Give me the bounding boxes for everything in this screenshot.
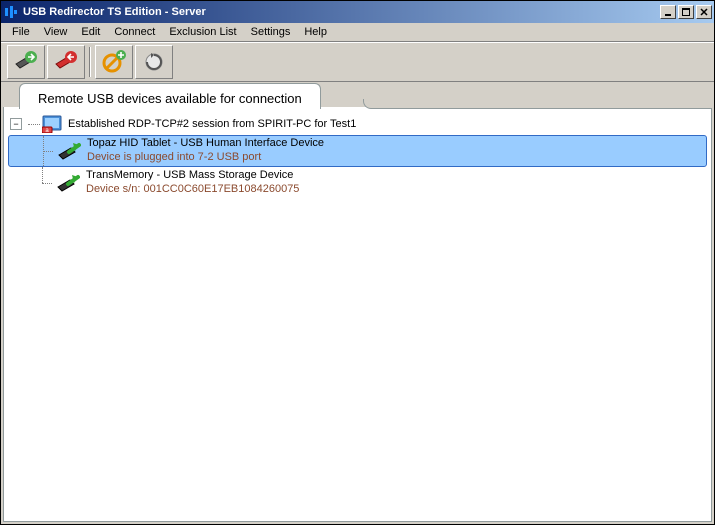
expander-glyph: − <box>13 120 18 129</box>
device-row[interactable]: TransMemory - USB Mass Storage Device De… <box>4 167 711 199</box>
tab-remote-devices[interactable]: Remote USB devices available for connect… <box>19 83 321 109</box>
usb-device-icon <box>55 139 81 163</box>
session-label: Established RDP-TCP#2 session from SPIRI… <box>68 118 356 130</box>
usb-device-icon <box>54 171 80 195</box>
session-row[interactable]: − a Established RDP-TCP#2 session from S… <box>4 113 711 135</box>
device-detail: Device is plugged into 7-2 USB port <box>87 151 324 165</box>
toolbar-disconnect-button[interactable] <box>47 45 85 79</box>
expander-button[interactable]: − <box>10 118 22 130</box>
minimize-button[interactable] <box>660 5 676 19</box>
device-text: TransMemory - USB Mass Storage Device De… <box>86 169 299 197</box>
maximize-button[interactable] <box>678 5 694 19</box>
device-row-selected[interactable]: Topaz HID Tablet - USB Human Interface D… <box>8 135 707 167</box>
menu-edit[interactable]: Edit <box>74 24 107 40</box>
toolbar <box>1 42 714 82</box>
device-text: Topaz HID Tablet - USB Human Interface D… <box>87 137 324 165</box>
device-tree[interactable]: − a Established RDP-TCP#2 session from S… <box>4 113 711 199</box>
tab-strip-border <box>363 99 712 109</box>
device-name: Topaz HID Tablet - USB Human Interface D… <box>87 137 324 151</box>
window-title: USB Redirector TS Edition - Server <box>23 6 658 18</box>
menu-view[interactable]: View <box>37 24 75 40</box>
menu-file[interactable]: File <box>5 24 37 40</box>
toolbar-connect-button[interactable] <box>7 45 45 79</box>
menu-help[interactable]: Help <box>297 24 334 40</box>
tree-branch <box>34 167 54 199</box>
app-icon <box>3 4 19 20</box>
menubar: File View Edit Connect Exclusion List Se… <box>1 23 714 42</box>
toolbar-refresh-button[interactable] <box>135 45 173 79</box>
tab-strip: Remote USB devices available for connect… <box>3 82 712 108</box>
toolbar-add-exclusion-button[interactable] <box>95 45 133 79</box>
client-area: Remote USB devices available for connect… <box>3 82 712 522</box>
tab-label: Remote USB devices available for connect… <box>38 91 302 106</box>
tree-connector <box>28 124 40 125</box>
tab-pane: − a Established RDP-TCP#2 session from S… <box>3 107 712 522</box>
toolbar-separator <box>89 47 91 77</box>
device-detail: Device s/n: 001CC0C60E17EB1084260075 <box>86 183 299 197</box>
close-button[interactable] <box>696 5 712 19</box>
device-name: TransMemory - USB Mass Storage Device <box>86 169 299 183</box>
window-controls <box>658 5 712 19</box>
menu-connect[interactable]: Connect <box>107 24 162 40</box>
menu-settings[interactable]: Settings <box>244 24 298 40</box>
titlebar: USB Redirector TS Edition - Server <box>1 1 714 23</box>
menu-exclusion-list[interactable]: Exclusion List <box>162 24 243 40</box>
tree-branch <box>35 136 55 166</box>
session-icon: a <box>42 115 62 133</box>
